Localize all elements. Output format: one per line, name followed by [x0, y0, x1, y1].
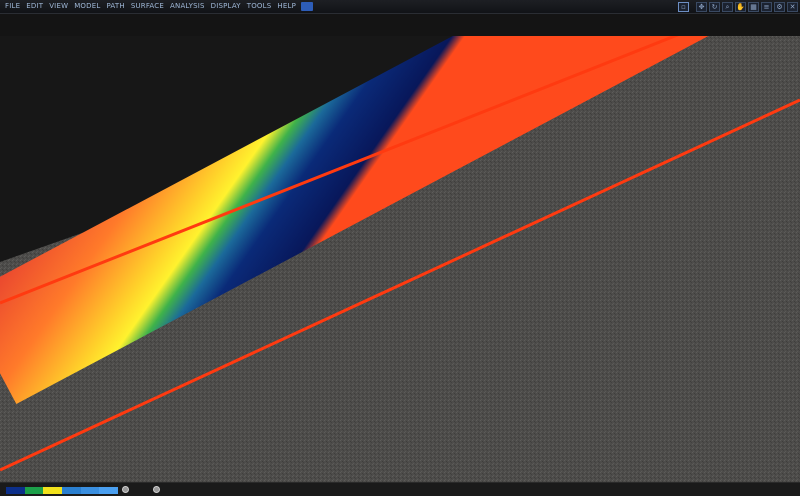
menu-help[interactable]: HELP [274, 0, 299, 13]
legend-swatch-3 [43, 487, 63, 494]
legend-swatch-6 [99, 487, 119, 494]
legend-swatch-5 [80, 487, 100, 494]
menu-path[interactable]: PATH [103, 0, 127, 13]
toolbar-separator [691, 2, 694, 11]
viewport-canvas [0, 36, 800, 482]
menu-edit[interactable]: EDIT [23, 0, 46, 13]
grid-icon[interactable]: ▦ [748, 1, 759, 12]
range-handle-min[interactable] [122, 486, 129, 493]
legend-swatch-2 [24, 487, 44, 494]
legend-swatch-4 [62, 487, 81, 494]
menu-bar: FILE EDIT VIEW MODEL PATH SURFACE ANALYS… [0, 0, 800, 14]
status-bar [0, 482, 800, 496]
color-legend [6, 487, 119, 494]
menu-file[interactable]: FILE [2, 0, 23, 13]
layers-icon[interactable]: ≡ [761, 1, 772, 12]
viewport[interactable] [0, 36, 800, 482]
range-handle-max[interactable] [153, 486, 160, 493]
menu-analysis[interactable]: ANALYSIS [167, 0, 208, 13]
app-window: FILE EDIT VIEW MODEL PATH SURFACE ANALYS… [0, 0, 800, 496]
menu-tools[interactable]: TOOLS [244, 0, 275, 13]
menu-list: FILE EDIT VIEW MODEL PATH SURFACE ANALYS… [0, 0, 313, 13]
select-icon[interactable]: ▫ [678, 1, 689, 12]
menu-surface[interactable]: SURFACE [128, 0, 167, 13]
menu-model[interactable]: MODEL [71, 0, 103, 13]
settings-icon[interactable]: ⚙ [774, 1, 785, 12]
zoom-icon[interactable]: ⌕ [722, 1, 733, 12]
rotate-icon[interactable]: ↻ [709, 1, 720, 12]
close-icon[interactable]: ✕ [787, 1, 798, 12]
pan-icon[interactable]: ✋ [735, 1, 746, 12]
info-strip [0, 14, 800, 36]
toolbar: ▫ ✥ ↻ ⌕ ✋ ▦ ≡ ⚙ ✕ [678, 1, 798, 12]
menu-view[interactable]: VIEW [46, 0, 71, 13]
legend-swatch-1 [6, 487, 25, 494]
menu-accent-block [301, 2, 313, 11]
menu-display[interactable]: DISPLAY [208, 0, 244, 13]
move-icon[interactable]: ✥ [696, 1, 707, 12]
